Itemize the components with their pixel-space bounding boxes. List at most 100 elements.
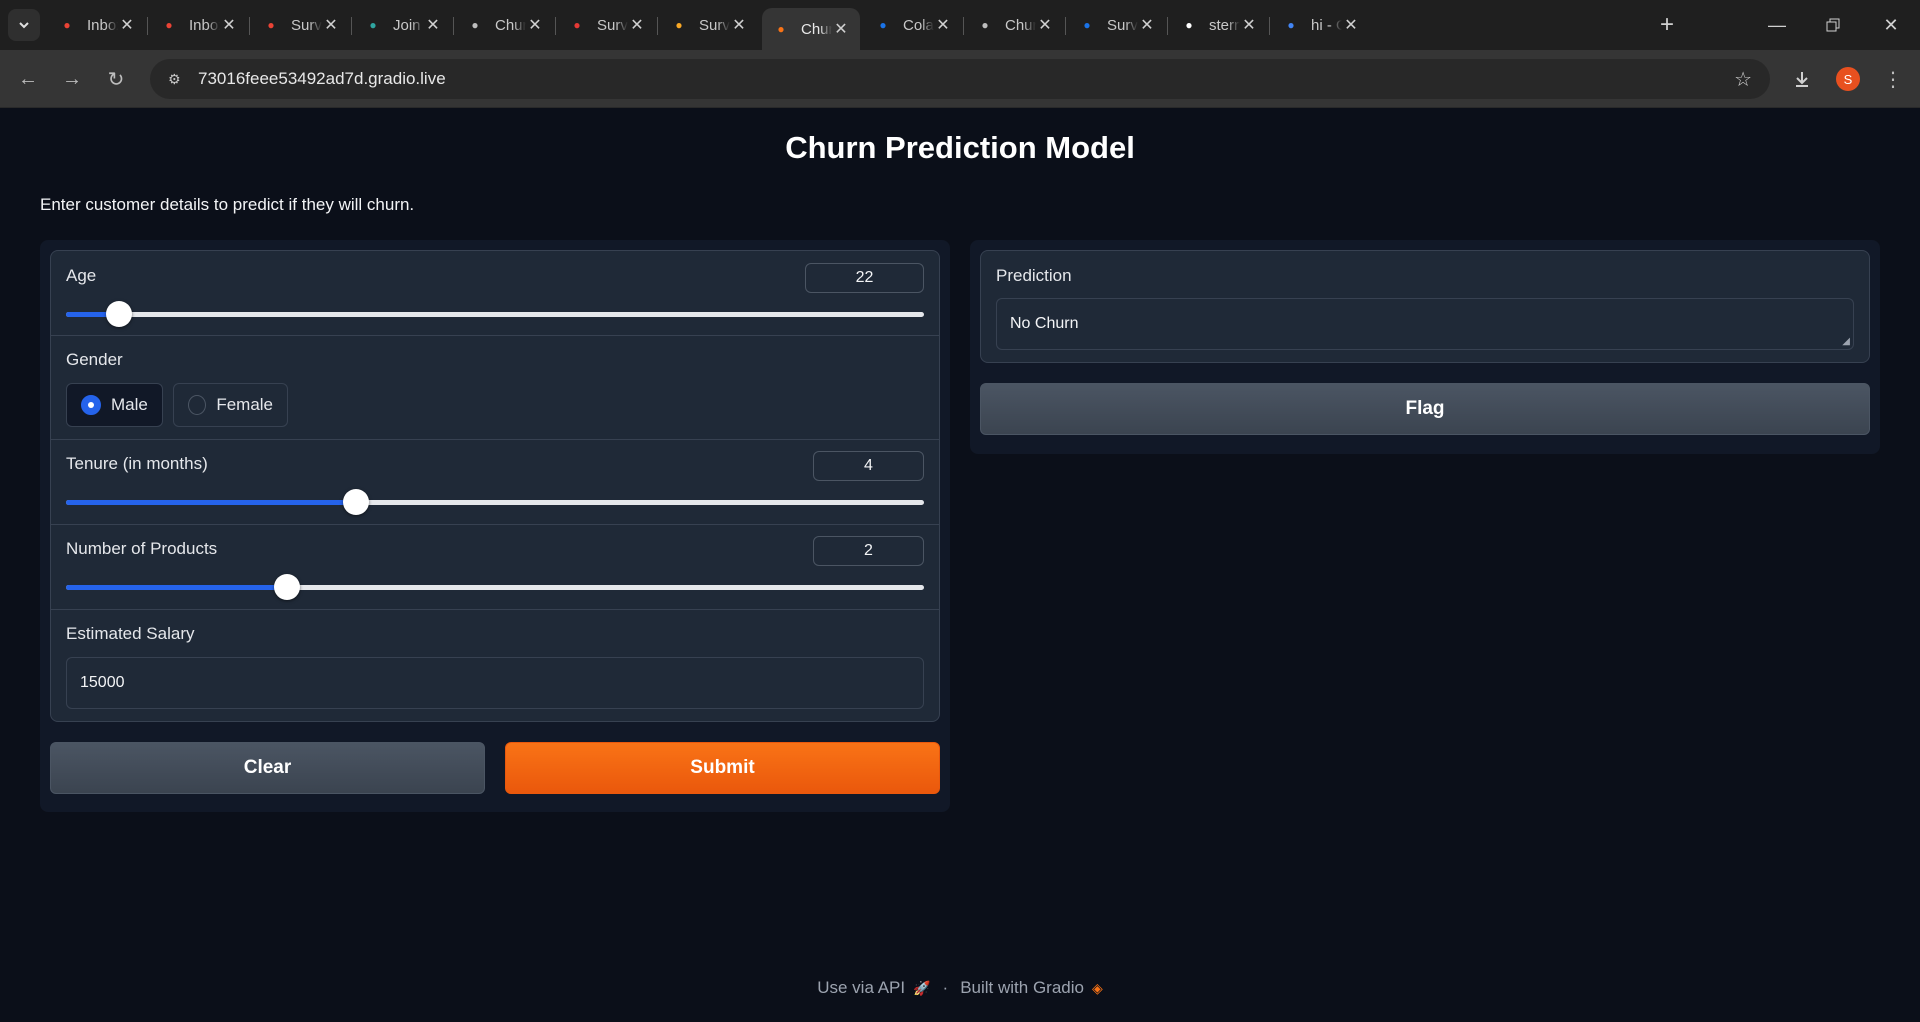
- products-slider-fill: [66, 585, 287, 590]
- products-slider-thumb[interactable]: [273, 574, 300, 600]
- tab-title: Churn: [1005, 16, 1036, 34]
- tenure-label: Tenure (in months): [66, 454, 208, 473]
- built-with-gradio-link[interactable]: Built with Gradio: [960, 978, 1084, 998]
- bookmark-star-icon[interactable]: ☆: [1734, 67, 1752, 92]
- close-tab-icon[interactable]: ✕: [220, 15, 238, 35]
- back-button[interactable]: ←: [12, 63, 44, 95]
- salary-input[interactable]: 15000: [66, 657, 924, 709]
- radio-unchecked-icon: [188, 395, 207, 415]
- close-tab-icon[interactable]: ✕: [322, 15, 340, 35]
- clear-button[interactable]: Clear: [50, 742, 485, 794]
- forward-button[interactable]: →: [56, 63, 88, 95]
- menu-button[interactable]: ⋮: [1877, 63, 1909, 95]
- close-tab-icon[interactable]: ✕: [832, 19, 850, 39]
- close-tab-icon[interactable]: ✕: [730, 15, 748, 35]
- tenure-slider-thumb[interactable]: [343, 489, 369, 515]
- tab-separator: [657, 17, 658, 35]
- age-label: Age: [66, 266, 97, 285]
- browser-tab[interactable]: ● Survey✕: [558, 8, 656, 42]
- browser-tab[interactable]: ● Inbox✕: [48, 8, 146, 42]
- gender-block: Gender Male Female: [51, 336, 939, 440]
- gender-option-female[interactable]: Female: [173, 383, 288, 427]
- close-icon: ✕: [1883, 14, 1899, 35]
- gender-option-label: Female: [216, 395, 273, 414]
- age-block: Age 22: [51, 251, 939, 336]
- tab-strip: ●Inbox✕●Inbox✕●Survey✕●Join✕●Churn✕●Surv…: [0, 0, 1920, 50]
- close-tab-icon[interactable]: ✕: [628, 15, 646, 35]
- infinity-icon: ●: [675, 18, 683, 32]
- reload-icon: ↻: [107, 68, 125, 91]
- tenure-number-input[interactable]: 4: [813, 451, 924, 481]
- close-tab-icon[interactable]: ✕: [1342, 15, 1360, 35]
- profile-avatar[interactable]: S: [1836, 67, 1860, 91]
- tab-title: Inbox: [87, 16, 118, 34]
- tab-search-button[interactable]: [8, 9, 40, 41]
- tab-title: sterry: [1209, 16, 1240, 34]
- browser-tab[interactable]: ● Colab✕: [864, 8, 962, 42]
- minimize-button[interactable]: —: [1762, 10, 1792, 40]
- tab-title: Survey: [291, 16, 322, 34]
- browser-tab[interactable]: ● Inbox✕: [150, 8, 248, 42]
- restore-icon: [1826, 18, 1840, 32]
- close-window-button[interactable]: ✕: [1876, 10, 1906, 40]
- products-slider[interactable]: [66, 574, 924, 600]
- browser-tab[interactable]: ● hi - G ✕: [1272, 8, 1370, 42]
- radio-checked-icon: [81, 395, 101, 415]
- globe-icon: ●: [981, 18, 989, 32]
- tab-separator: [453, 17, 454, 35]
- tab-title: Survey: [699, 16, 730, 34]
- drive-icon: ●: [1083, 18, 1091, 32]
- tenure-slider[interactable]: [66, 489, 924, 515]
- close-tab-icon[interactable]: ✕: [1138, 15, 1156, 35]
- resize-handle-icon[interactable]: ◢: [1842, 336, 1850, 347]
- gender-option-label: Male: [111, 395, 148, 414]
- gender-option-male[interactable]: Male: [66, 383, 163, 427]
- use-via-api-link[interactable]: Use via API: [817, 978, 905, 998]
- globe-icon: ●: [471, 18, 479, 32]
- tenure-block: Tenure (in months) 4: [51, 440, 939, 525]
- downloads-button[interactable]: [1786, 63, 1818, 95]
- products-number-input[interactable]: 2: [813, 536, 924, 566]
- close-tab-icon[interactable]: ✕: [1240, 15, 1258, 35]
- age-slider[interactable]: [66, 301, 924, 327]
- browser-tab[interactable]: ● sterry✕: [1170, 8, 1268, 42]
- close-tab-icon[interactable]: ✕: [526, 15, 544, 35]
- new-tab-button[interactable]: +: [1652, 10, 1682, 40]
- age-slider-thumb[interactable]: [106, 301, 133, 327]
- tab-title: Join: [393, 16, 421, 34]
- close-tab-icon[interactable]: ✕: [1036, 15, 1054, 35]
- products-label: Number of Products: [66, 539, 218, 558]
- download-icon: [1796, 72, 1808, 87]
- close-tab-icon[interactable]: ✕: [934, 15, 952, 35]
- close-tab-icon[interactable]: ✕: [118, 15, 136, 35]
- prediction-textbox[interactable]: No Churn ◢: [996, 298, 1854, 350]
- age-number-input[interactable]: 22: [805, 263, 924, 293]
- url-text[interactable]: 73016feee53492ad7d.gradio.live: [198, 69, 446, 89]
- browser-tab[interactable]: ● Survey✕: [1068, 8, 1166, 42]
- footer: Use via API 🚀 · Built with Gradio ◈: [0, 978, 1920, 998]
- submit-button[interactable]: Submit: [505, 742, 940, 794]
- drive-icon: ●: [879, 18, 887, 32]
- browser-tab[interactable]: ● Churn✕: [456, 8, 554, 42]
- more-vert-icon: ⋮: [1883, 68, 1903, 91]
- tab-separator: [1167, 17, 1168, 35]
- site-info-icon[interactable]: ⚙: [168, 71, 188, 88]
- tab-separator: [147, 17, 148, 35]
- browser-tab[interactable]: ● Survey✕: [252, 8, 350, 42]
- reload-button[interactable]: ↻: [100, 63, 132, 95]
- flag-button[interactable]: Flag: [980, 383, 1870, 435]
- tab-title: hi - G: [1311, 16, 1342, 34]
- close-tab-icon[interactable]: ✕: [424, 15, 442, 35]
- browser-tab[interactable]: ● Survey✕: [660, 8, 758, 42]
- tab-separator: [1065, 17, 1066, 35]
- address-bar[interactable]: ⚙ 73016feee53492ad7d.gradio.live ☆: [150, 59, 1770, 99]
- restore-button[interactable]: [1818, 10, 1848, 40]
- github-icon: ●: [1185, 18, 1193, 32]
- gmail-icon: ●: [267, 18, 275, 32]
- browser-tab[interactable]: ● Churn✕: [966, 8, 1064, 42]
- browser-tab[interactable]: ● Join ✕: [354, 8, 452, 42]
- input-form: Age 22 Gender Male Female Tenure (in mon…: [50, 250, 940, 722]
- tab-title: Colab: [903, 16, 934, 34]
- browser-tab[interactable]: ● Churn✕: [762, 8, 860, 50]
- gmail-icon: ●: [63, 18, 71, 32]
